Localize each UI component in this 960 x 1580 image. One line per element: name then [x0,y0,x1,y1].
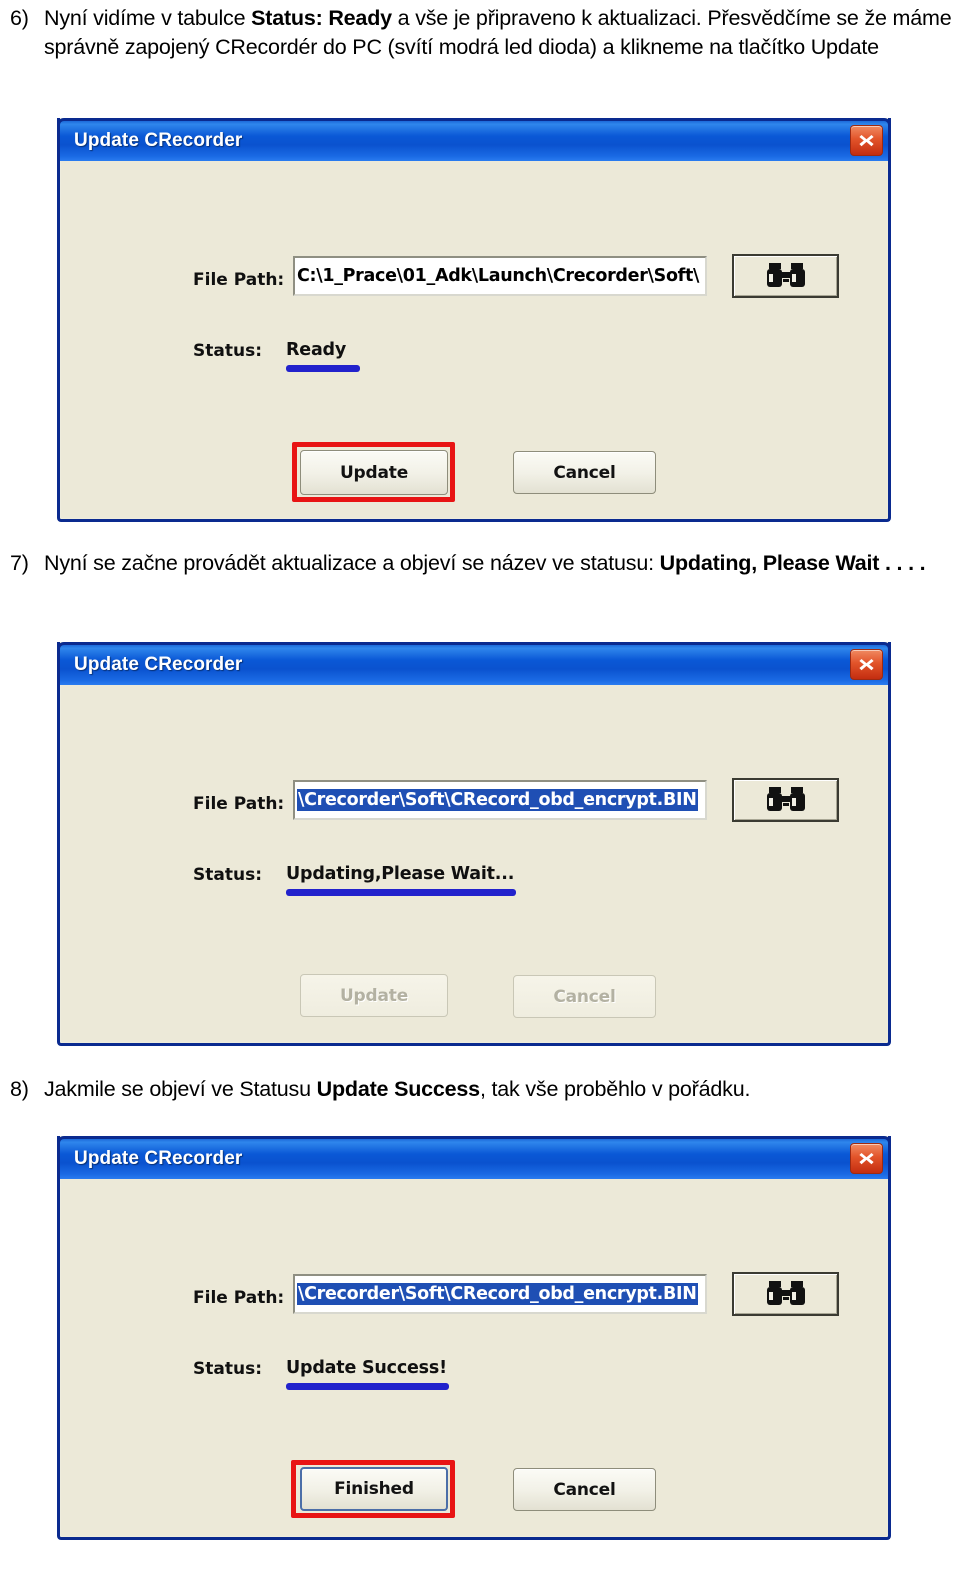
status-label: Status: [193,865,262,885]
file-path-input[interactable]: \Crecorder\Soft\CRecord_obd_encrypt.BIN [293,1274,707,1314]
dialog-title: Update CRecorder [74,130,243,151]
dialog-title: Update CRecorder [74,654,243,675]
update-button: Update [300,974,448,1017]
step-number: 6) [10,6,29,30]
instruction-step-6: 6) Nyní vidíme v tabulce Status: Ready a… [10,4,960,62]
instruction-step-7: 7) Nyní se začne provádět aktualizace a … [10,549,960,578]
file-path-value: \Crecorder\Soft\CRecord_obd_encrypt.BIN [297,789,698,811]
cancel-button-label: Cancel [553,462,616,483]
step-text: Nyní vidíme v tabulce Status: Ready a vš… [44,6,952,59]
file-path-value: C:\1_Prace\01_Adk\Launch\Crecorder\Soft\ [297,266,700,286]
close-icon[interactable] [850,1143,883,1174]
update-button-label: Update [339,985,409,1006]
dialog-titlebar[interactable]: Update CRecorder [57,118,891,161]
cancel-button[interactable]: Cancel [513,451,656,494]
browse-button[interactable] [732,1272,839,1316]
finished-button[interactable]: Finished [300,1467,448,1511]
browse-button[interactable] [732,778,839,822]
status-underline [286,365,360,372]
file-path-value: \Crecorder\Soft\CRecord_obd_encrypt.BIN [297,1283,698,1305]
status-label: Status: [193,1359,262,1379]
step-text: Jakmile se objeví ve Statusu Update Succ… [44,1077,751,1101]
binoculars-icon [763,262,809,290]
step-text: Nyní se začne provádět aktualizace a obj… [44,551,926,575]
binoculars-icon [763,786,809,814]
cancel-button: Cancel [513,975,656,1018]
close-icon[interactable] [850,649,883,680]
cancel-button-label: Cancel [553,1479,616,1500]
finished-button-label: Finished [334,1479,414,1499]
update-button-label: Update [339,462,409,483]
file-path-input[interactable]: C:\1_Prace\01_Adk\Launch\Crecorder\Soft\ [293,256,707,296]
close-icon[interactable] [850,125,883,156]
update-button[interactable]: Update [300,450,448,495]
instruction-step-8: 8) Jakmile se objeví ve Statusu Update S… [10,1075,960,1104]
dialog-update-crecorder-success[interactable]: Update CRecorder File Path: \Crecorder\S… [57,1136,891,1540]
status-value: Ready [286,340,347,360]
dialog-update-crecorder-ready[interactable]: Update CRecorder File Path: C:\1_Prace\0… [57,118,891,522]
status-label: Status: [193,341,262,361]
cancel-button[interactable]: Cancel [513,1468,656,1511]
dialog-titlebar[interactable]: Update CRecorder [57,642,891,685]
file-path-label: File Path: [193,270,285,290]
status-underline [286,1383,449,1390]
status-value: Updating,Please Wait... [286,864,515,884]
file-path-label: File Path: [193,794,285,814]
status-value: Update Success! [286,1358,447,1378]
status-underline [286,889,516,896]
step-number: 8) [10,1077,29,1101]
dialog-update-crecorder-updating[interactable]: Update CRecorder File Path: \Crecorder\S… [57,642,891,1046]
dialog-titlebar[interactable]: Update CRecorder [57,1136,891,1179]
dialog-title: Update CRecorder [74,1148,243,1169]
file-path-label: File Path: [193,1288,285,1308]
binoculars-icon [763,1280,809,1308]
file-path-input[interactable]: \Crecorder\Soft\CRecord_obd_encrypt.BIN [293,780,707,820]
step-number: 7) [10,551,29,575]
cancel-button-label: Cancel [553,986,616,1007]
browse-button[interactable] [732,254,839,298]
